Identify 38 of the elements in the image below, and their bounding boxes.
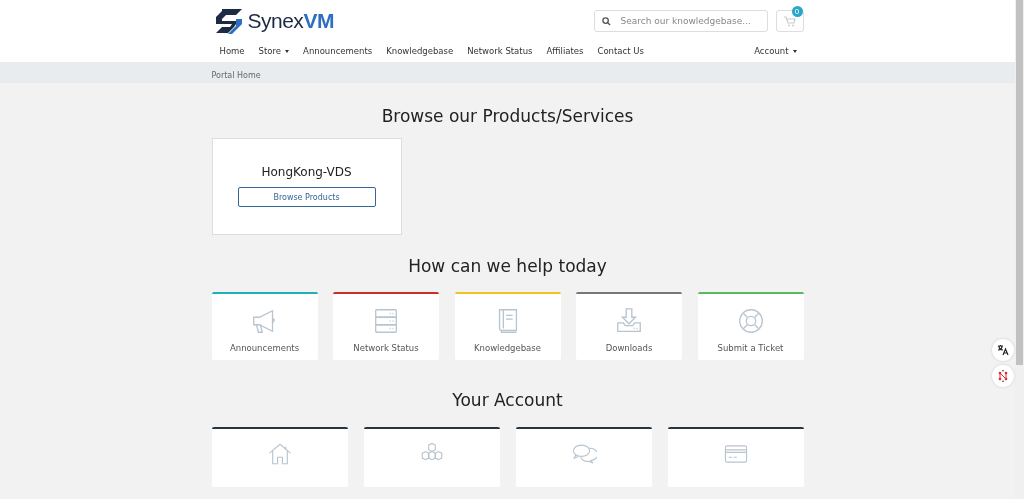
logo-text: SynexVM [247,9,334,33]
help-card[interactable]: Downloads [576,292,682,360]
translate-button[interactable] [992,339,1014,361]
account-menu[interactable]: Account [747,46,804,56]
nav-link[interactable]: Home [211,46,252,56]
cart-count-badge: 0 [791,6,803,17]
account-card[interactable] [363,427,500,487]
logo-icon [213,7,244,35]
help-card[interactable]: Announcements [211,292,318,360]
breadcrumb-link[interactable]: Portal Home [211,71,261,80]
translate-icon [997,344,1009,356]
account-card[interactable] [515,427,652,487]
nav-link[interactable]: Network Status [460,46,540,56]
network-icon [997,370,1009,382]
caret-icon [285,49,290,53]
browse-products-button[interactable]: Browse Products [237,187,376,207]
cart-icon [783,15,796,27]
section-heading: How can we help today [407,256,608,276]
nav-link[interactable]: Contact Us [590,46,651,56]
nav-link[interactable]: Announcements [296,46,380,56]
scrollbar-thumb[interactable] [1016,0,1023,365]
help-card[interactable]: Submit a Ticket [697,292,804,360]
account-card[interactable] [211,427,348,487]
search-field[interactable]: Search our knowledgebase... [593,10,768,32]
network-button[interactable] [992,365,1014,387]
nav-link[interactable]: Store [251,46,297,56]
section-heading: Browse our Products/Services [380,106,635,126]
account-card[interactable] [667,427,804,487]
nav-link[interactable]: Affiliates [539,46,591,56]
help-card[interactable]: Knowledgebase [454,292,561,360]
caret-icon [792,49,797,53]
section-heading: Your Account [451,390,564,410]
help-card[interactable]: Network Status [333,292,439,360]
house-icon [266,441,293,467]
logo[interactable]: SynexVM [213,7,334,35]
search-icon [601,17,611,26]
nav-link[interactable]: Knowledgebase [379,46,461,56]
product-name: HongKong-VDS [261,165,352,179]
